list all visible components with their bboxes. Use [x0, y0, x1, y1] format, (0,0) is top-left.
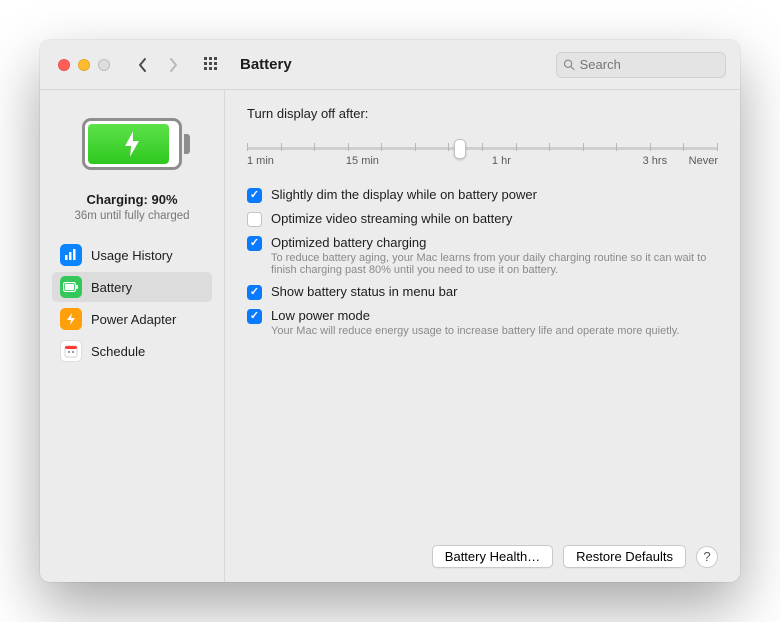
display-off-label: Turn display off after: — [247, 106, 718, 121]
options-list: Slightly dim the display while on batter… — [247, 187, 718, 337]
option-description: Your Mac will reduce energy usage to inc… — [271, 325, 679, 337]
search-field[interactable] — [556, 52, 726, 78]
usage-history-icon — [60, 244, 82, 266]
help-button[interactable]: ? — [696, 546, 718, 568]
zoom-window-button[interactable] — [98, 59, 110, 71]
charging-status: Charging: 90% — [86, 192, 177, 207]
back-button[interactable] — [132, 53, 154, 77]
option-label: Optimize video streaming while on batter… — [271, 211, 512, 226]
option-dim-display[interactable]: Slightly dim the display while on batter… — [247, 187, 718, 203]
main-pane: Turn display off after: 1 min 15 min 1 h… — [225, 90, 740, 582]
slider-ticks — [247, 143, 718, 151]
battery-icon — [60, 276, 82, 298]
option-description: To reduce battery aging, your Mac learns… — [271, 252, 711, 276]
display-sleep-slider[interactable]: 1 min 15 min 1 hr 3 hrs Never — [247, 131, 718, 173]
slider-tick-label: 3 hrs — [643, 155, 667, 167]
sidebar-item-label: Power Adapter — [91, 312, 176, 327]
option-label: Show battery status in menu bar — [271, 284, 457, 299]
sidebar-item-battery[interactable]: Battery — [52, 272, 212, 302]
option-label: Low power mode — [271, 308, 679, 323]
minimize-window-button[interactable] — [78, 59, 90, 71]
page-title: Battery — [240, 56, 292, 73]
sidebar-nav: Usage History Battery Power Adapter — [52, 240, 212, 366]
sidebar-item-usage-history[interactable]: Usage History — [52, 240, 212, 270]
forward-button[interactable] — [162, 53, 184, 77]
sidebar-item-schedule[interactable]: Schedule — [52, 336, 212, 366]
power-adapter-icon — [60, 308, 82, 330]
battery-health-button[interactable]: Battery Health… — [432, 545, 553, 568]
slider-tick-label: 1 min — [247, 155, 274, 167]
slider-tick-label: 1 hr — [492, 155, 511, 167]
sidebar-item-label: Usage History — [91, 248, 173, 263]
schedule-icon — [60, 340, 82, 362]
toolbar: Battery — [40, 40, 740, 90]
battery-hero-icon — [82, 118, 182, 170]
option-label: Slightly dim the display while on batter… — [271, 187, 537, 202]
checkbox[interactable] — [247, 212, 262, 227]
slider-tick-label: Never — [689, 155, 718, 167]
sidebar: Charging: 90% 36m until fully charged Us… — [40, 90, 225, 582]
option-menubar-status[interactable]: Show battery status in menu bar — [247, 284, 718, 300]
window-controls — [58, 59, 110, 71]
option-low-power-mode[interactable]: Low power mode Your Mac will reduce ener… — [247, 308, 718, 337]
option-optimize-video[interactable]: Optimize video streaming while on batter… — [247, 211, 718, 227]
checkbox[interactable] — [247, 188, 262, 203]
charging-substatus: 36m until fully charged — [74, 210, 189, 222]
search-input[interactable] — [580, 57, 719, 72]
slider-tick-label: 15 min — [346, 155, 379, 167]
option-optimized-charging[interactable]: Optimized battery charging To reduce bat… — [247, 235, 718, 276]
search-icon — [563, 58, 575, 71]
footer: Battery Health… Restore Defaults ? — [247, 533, 718, 568]
sidebar-item-label: Battery — [91, 280, 132, 295]
slider-thumb[interactable] — [454, 139, 466, 159]
option-label: Optimized battery charging — [271, 235, 711, 250]
preferences-window: Battery Charging: 90% 36m until fully ch… — [40, 40, 740, 582]
sidebar-item-label: Schedule — [91, 344, 145, 359]
checkbox[interactable] — [247, 285, 262, 300]
checkbox[interactable] — [247, 236, 262, 251]
checkbox[interactable] — [247, 309, 262, 324]
restore-defaults-button[interactable]: Restore Defaults — [563, 545, 686, 568]
close-window-button[interactable] — [58, 59, 70, 71]
bolt-icon — [122, 129, 142, 159]
show-all-button[interactable] — [200, 53, 224, 77]
sidebar-item-power-adapter[interactable]: Power Adapter — [52, 304, 212, 334]
